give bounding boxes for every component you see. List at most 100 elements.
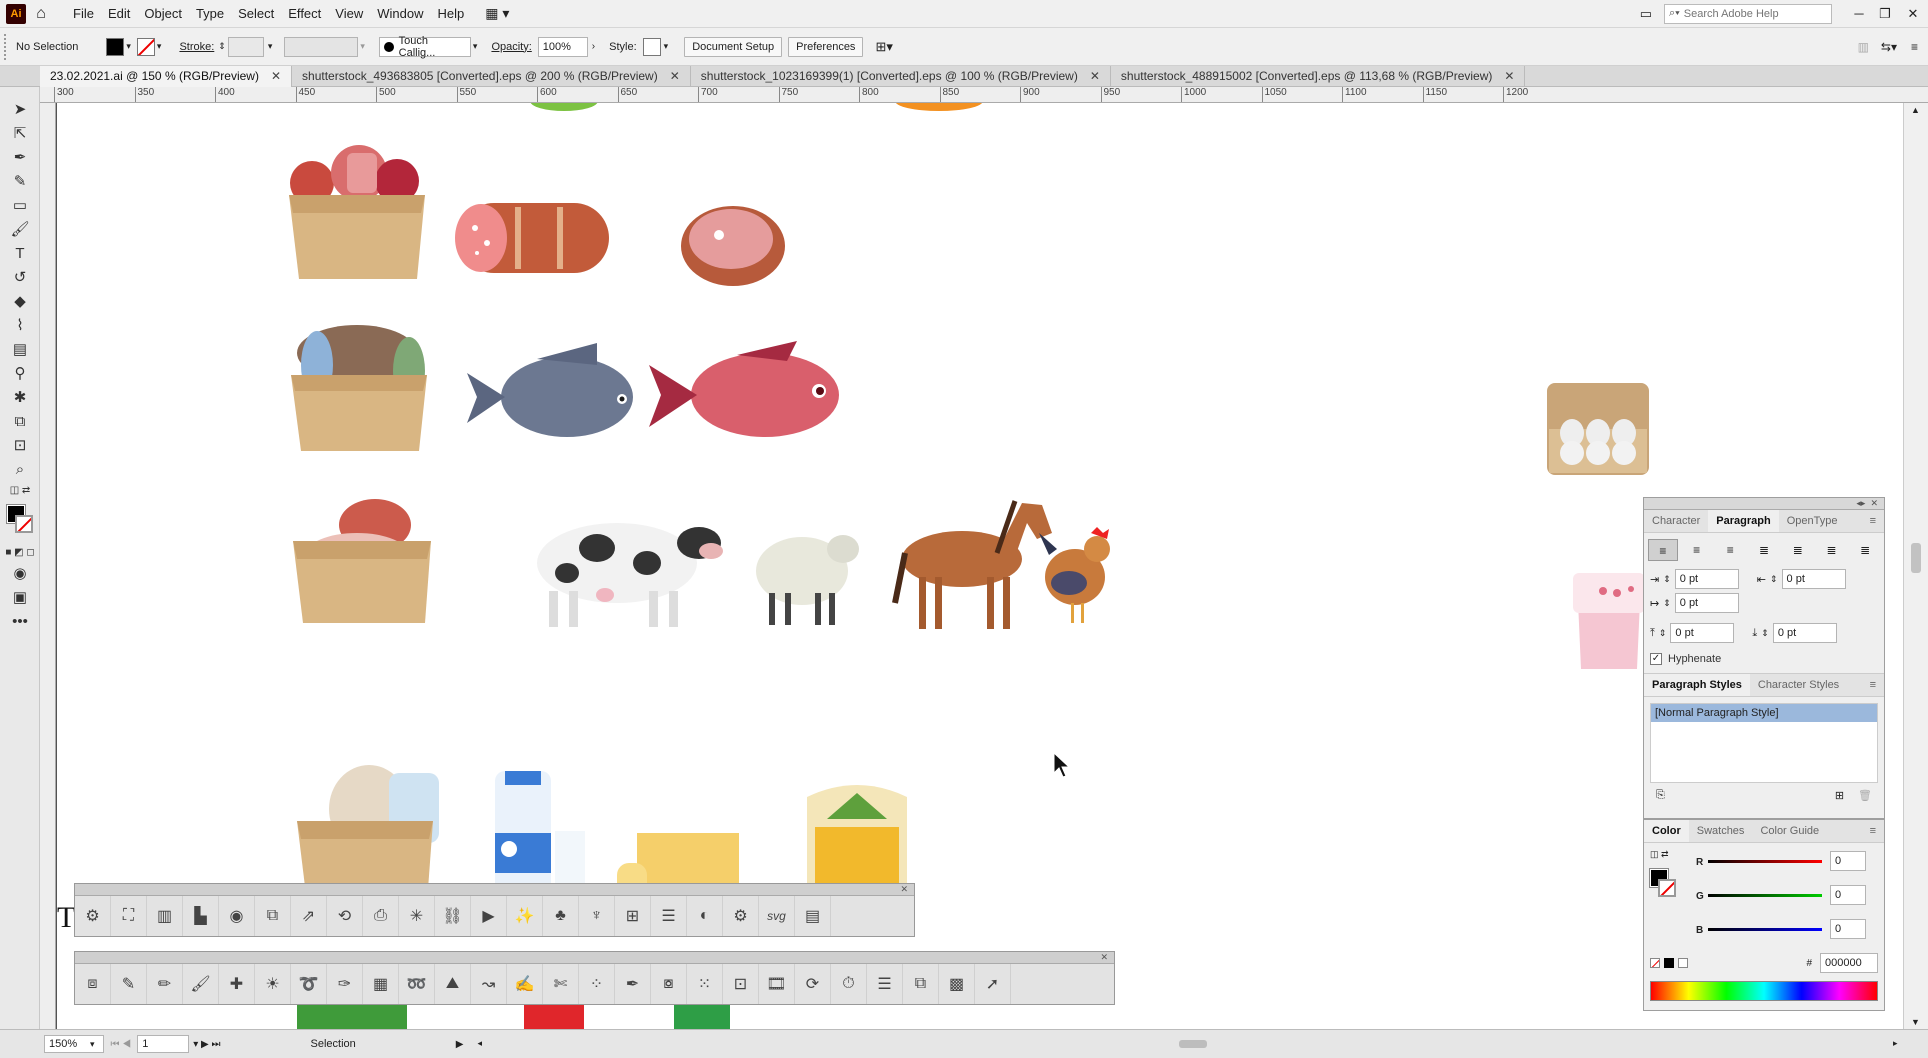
eyedropper-tool-icon[interactable]: ⚲ [0, 361, 40, 385]
poultry-basket-illustration[interactable] [293, 499, 431, 623]
salami-illustration[interactable] [455, 203, 609, 273]
first-line-indent-stepper[interactable]: ⇕ [1663, 598, 1671, 609]
space-after-stepper[interactable]: ⇕ [1761, 628, 1769, 639]
svg-icon[interactable]: svg [759, 896, 795, 936]
image-trace-icon[interactable]: ⟲ [327, 896, 363, 936]
width-tool-icon[interactable]: ⌇ [0, 313, 40, 337]
curvature-tool-icon[interactable]: ✎ [0, 169, 40, 193]
collapse-panel-icon[interactable]: ◂▸ [1856, 498, 1865, 508]
selection-tool-icon[interactable]: ➤ [0, 97, 40, 121]
hen-illustration[interactable] [1039, 527, 1110, 623]
transform-icon[interactable]: ⧇ [651, 964, 687, 1004]
green-slider[interactable] [1708, 894, 1822, 897]
dots-cluster-icon[interactable]: ⁘ [579, 964, 615, 1004]
menu-help[interactable]: Help [430, 0, 471, 28]
vertical-scrollbar[interactable]: ▲ ▼ [1903, 103, 1928, 1029]
cheese-bag-illustration[interactable] [807, 785, 907, 893]
draw-mode-icon[interactable]: ◉ [0, 561, 40, 585]
arrange-icon[interactable]: ⊞▾ [875, 39, 892, 55]
tab-document-4[interactable]: shutterstock_488915002 [Converted].eps @… [1111, 66, 1526, 87]
grid-icon[interactable]: ⊞ [615, 896, 651, 936]
stroke-dropdown-icon[interactable]: ▾ [157, 41, 162, 52]
restore-icon[interactable]: ❐ [1872, 6, 1898, 22]
left-indent-stepper[interactable]: ⇕ [1663, 574, 1671, 585]
workspace-switcher-icon[interactable]: ▦ ▾ [485, 5, 509, 22]
menu-view[interactable]: View [328, 0, 370, 28]
scroll-left-icon[interactable]: ◂ [477, 1038, 482, 1049]
menu-object[interactable]: Object [137, 0, 189, 28]
puppet-icon[interactable]: ♆ [579, 896, 615, 936]
paragraph-panel-header[interactable]: ◂▸ ✕ [1644, 498, 1884, 510]
fish-basket-illustration[interactable] [291, 325, 427, 451]
close-panel-icon[interactable]: ✕ [1870, 498, 1878, 508]
style-list-item[interactable]: [Normal Paragraph Style] [1651, 704, 1877, 722]
tab-paragraph[interactable]: Paragraph [1708, 510, 1779, 532]
stroke-stepper-icon[interactable]: ⇕ [218, 41, 226, 52]
magic-select-icon[interactable]: ✳ [399, 896, 435, 936]
artboard-number-field[interactable]: 1 [137, 1035, 190, 1053]
scatter-icon[interactable]: ⁙ [687, 964, 723, 1004]
yogurt-cup-illustration[interactable] [1573, 573, 1645, 669]
close-tab-icon[interactable]: ✕ [1090, 66, 1100, 87]
hatch-lines-icon[interactable]: ☰ [867, 964, 903, 1004]
close-tab-icon[interactable]: ✕ [1504, 66, 1514, 87]
right-indent-stepper[interactable]: ⇕ [1770, 574, 1778, 585]
status-menu-icon[interactable]: ▶ [456, 1039, 464, 1050]
feather-brush-icon[interactable]: ✑ [327, 964, 363, 1004]
stroke-color-swatch[interactable] [15, 515, 33, 533]
menu-file[interactable]: File [66, 0, 101, 28]
export-icon[interactable]: ⇗ [291, 896, 327, 936]
red-fish-illustration[interactable] [649, 341, 839, 437]
minimize-icon[interactable]: ─ [1846, 6, 1872, 21]
tab-color-guide[interactable]: Color Guide [1752, 820, 1827, 842]
pen-tool-icon[interactable]: ✒ [0, 145, 40, 169]
tab-document-3[interactable]: shutterstock_1023169399(1) [Converted].e… [691, 66, 1111, 87]
space-after-field[interactable]: 0 pt [1772, 623, 1837, 643]
horizontal-scroll-thumb[interactable] [1179, 1040, 1208, 1048]
next-page-icon[interactable]: ▾ ▶ ⏭ [193, 1039, 220, 1050]
stroke-weight-field[interactable] [227, 36, 264, 57]
play-icon[interactable]: ▶ [471, 896, 507, 936]
zoom-tool-icon[interactable]: ⌕ [0, 457, 40, 481]
duplicate-icon[interactable]: ⧉ [255, 896, 291, 936]
puppet-warp-tool-icon[interactable]: ✱ [0, 385, 40, 409]
eraser-tool-icon[interactable]: ◆ [0, 289, 40, 313]
search-input[interactable] [1683, 7, 1814, 20]
right-indent-field[interactable]: 0 pt [1781, 569, 1846, 589]
spiral-icon[interactable]: ➿ [399, 964, 435, 1004]
floating-bar-1-header[interactable]: ✕ [75, 884, 914, 896]
none-color-chip[interactable] [1650, 958, 1660, 968]
justify-all-icon[interactable]: ≣ [1850, 539, 1880, 561]
calligraphy-icon[interactable]: ✒ [615, 964, 651, 1004]
opacity-field[interactable]: 100% [537, 36, 588, 57]
stroke-panel-icon[interactable]: ☰ [651, 896, 687, 936]
gradient-tool-icon[interactable]: ▤ [0, 337, 40, 361]
appearance-icon[interactable]: ◐ [687, 896, 723, 936]
close-tab-icon[interactable]: ✕ [670, 66, 680, 87]
magic-wand-icon[interactable]: ✨ [507, 896, 543, 936]
load-styles-icon[interactable]: ⎘ [1656, 789, 1665, 802]
egg-carton-illustration[interactable] [1547, 383, 1649, 475]
justify-left-icon[interactable]: ≣ [1749, 539, 1779, 561]
film-strip-icon[interactable]: 🎞 [759, 964, 795, 1004]
horse-illustration[interactable] [892, 500, 1052, 629]
shape-builder-tool-icon[interactable]: ⧉ [0, 409, 40, 433]
space-before-field[interactable]: 0 pt [1670, 623, 1735, 643]
first-line-indent-field[interactable]: 0 pt [1674, 593, 1739, 613]
stroke-swatch[interactable] [136, 37, 155, 56]
stack-shapes-icon[interactable]: ⧉ [903, 964, 939, 1004]
home-icon[interactable]: ⌂ [26, 5, 56, 23]
brush-dropdown-icon[interactable]: ▾ [473, 41, 478, 52]
add-plus-icon[interactable]: ✚ [219, 964, 255, 1004]
tab-swatches[interactable]: Swatches [1689, 820, 1753, 842]
gradient-panel-icon[interactable]: ▤ [795, 896, 831, 936]
menu-window[interactable]: Window [370, 0, 430, 28]
rotate-path-icon[interactable]: ⟳ [795, 964, 831, 1004]
close-floating-bar-1-icon[interactable]: ✕ [900, 884, 908, 894]
zoom-dropdown-icon[interactable]: ▾ [90, 1039, 95, 1050]
black-color-chip[interactable] [1664, 958, 1674, 968]
close-floating-bar-2-icon[interactable]: ✕ [1100, 952, 1108, 962]
style-dropdown-icon[interactable]: ▾ [664, 41, 669, 52]
sliders-icon[interactable]: ⚙ [75, 896, 111, 936]
frame-image-icon[interactable]: ⊡ [723, 964, 759, 1004]
